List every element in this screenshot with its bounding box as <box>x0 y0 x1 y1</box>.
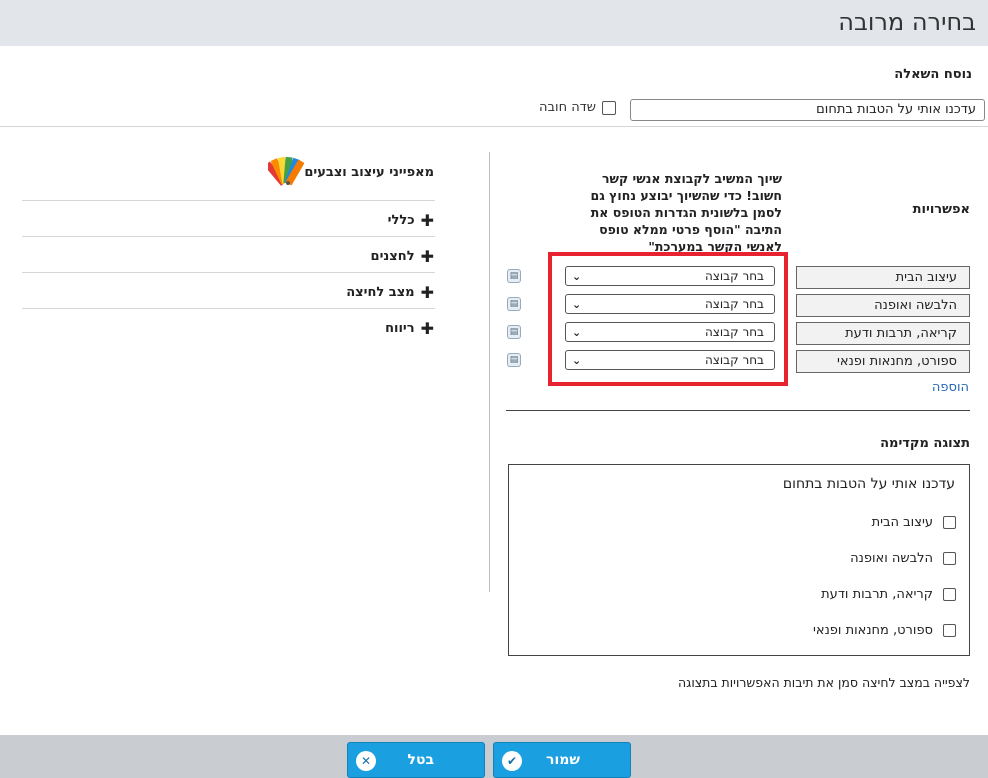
preview-checkbox[interactable] <box>943 516 956 529</box>
add-option-link[interactable]: הוספה <box>932 380 969 395</box>
delete-icon[interactable]: ▤ <box>507 325 521 339</box>
preview-option-label: עיצוב הבית <box>871 515 933 530</box>
divider <box>22 308 435 309</box>
cancel-button-label: בטל <box>407 752 434 768</box>
window-title: בחירה מרובה <box>838 8 976 36</box>
section-buttons[interactable]: ✚ לחצנים <box>371 247 434 266</box>
design-properties-title: מאפייני עיצוב וצבעים <box>304 165 434 180</box>
required-checkbox[interactable] <box>602 100 616 115</box>
section-general-label: כללי <box>387 213 415 228</box>
preview-option[interactable]: הלבשה ואופנה <box>850 551 956 566</box>
save-button[interactable]: שמור ✔ <box>493 742 631 778</box>
section-pressed-state[interactable]: ✚ מצב לחיצה <box>346 283 434 302</box>
preview-option-label: קריאה, תרבות ודעת <box>821 587 933 602</box>
question-label: נוסח השאלה <box>894 67 972 82</box>
divider <box>506 410 970 411</box>
preview-question: עדכנו אותי על הטבות בתחום <box>782 476 955 492</box>
plus-icon: ✚ <box>420 247 434 266</box>
plus-icon: ✚ <box>420 211 434 230</box>
preview-label: תצוגה מקדימה <box>880 436 970 451</box>
required-field-toggle[interactable]: שדה חובה <box>539 100 616 115</box>
preview-option-label: ספורט, מחנאות ופנאי <box>812 623 933 638</box>
title-bar: בחירה מרובה <box>0 0 988 46</box>
section-buttons-label: לחצנים <box>370 249 415 264</box>
delete-icon[interactable]: ▤ <box>507 297 521 311</box>
preview-checkbox[interactable] <box>943 624 956 637</box>
section-pressed-state-label: מצב לחיצה <box>346 285 415 300</box>
preview-checkbox[interactable] <box>943 552 956 565</box>
preview-option[interactable]: עיצוב הבית <box>872 515 956 530</box>
preview-option[interactable]: קריאה, תרבות ודעת <box>821 587 956 602</box>
question-input[interactable]: עדכנו אותי על הטבות בתחום <box>630 99 985 121</box>
plus-icon: ✚ <box>420 283 434 302</box>
cancel-button[interactable]: בטל ✕ <box>347 742 485 778</box>
divider <box>22 236 435 237</box>
panel-divider <box>489 152 490 592</box>
divider <box>22 200 435 201</box>
option-input[interactable]: קריאה, תרבות ודעת <box>796 322 970 345</box>
preview-hint: לצפייה במצב לחיצה סמן את תיבות האפשרויות… <box>678 675 970 690</box>
options-label: אפשרויות <box>912 202 970 217</box>
option-input[interactable]: עיצוב הבית <box>796 266 970 289</box>
preview-option-label: הלבשה ואופנה <box>850 551 933 566</box>
section-spacing-label: ריווח <box>385 321 415 336</box>
delete-icon[interactable]: ▤ <box>507 269 521 283</box>
required-label: שדה חובה <box>539 100 596 115</box>
option-input[interactable]: ספורט, מחנאות ופנאי <box>796 350 970 373</box>
close-icon: ✕ <box>356 751 376 771</box>
preview-option[interactable]: ספורט, מחנאות ופנאי <box>813 623 956 638</box>
plus-icon: ✚ <box>420 319 434 338</box>
divider <box>22 272 435 273</box>
save-button-label: שמור <box>546 752 580 768</box>
highlight-box <box>548 252 788 386</box>
option-input[interactable]: הלבשה ואופנה <box>796 294 970 317</box>
section-spacing[interactable]: ✚ ריווח <box>385 319 434 338</box>
section-general[interactable]: ✚ כללי <box>388 211 434 230</box>
color-palette-icon <box>268 156 304 186</box>
preview-checkbox[interactable] <box>943 588 956 601</box>
check-icon: ✔ <box>502 751 522 771</box>
divider <box>0 126 988 127</box>
group-assignment-note: שיוך המשיב לקבוצת אנשי קשר חשוב! כדי שהש… <box>590 171 782 254</box>
delete-icon[interactable]: ▤ <box>507 353 521 367</box>
